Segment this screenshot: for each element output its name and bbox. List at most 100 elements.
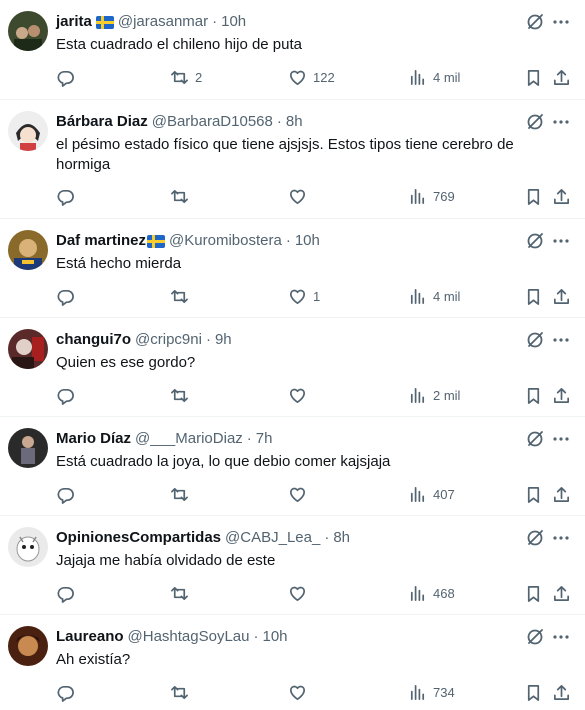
share-button[interactable] [552, 385, 571, 405]
retweet-icon [171, 289, 188, 303]
retweet-button[interactable] [170, 186, 195, 206]
tweet[interactable]: OpinionesCompartidas @CABJ_Lea_ · 8h Jaj… [0, 516, 585, 615]
avatar[interactable] [8, 230, 48, 270]
like-button[interactable] [288, 186, 313, 206]
like-button[interactable]: 1 [288, 286, 320, 306]
avatar[interactable] [8, 329, 48, 369]
retweet-button[interactable] [170, 286, 195, 306]
author-name[interactable]: Laureano [56, 627, 124, 647]
timestamp[interactable]: 9h [215, 330, 232, 350]
author-name[interactable]: Daf martinez [56, 231, 146, 251]
bookmark-button[interactable] [524, 583, 543, 603]
share-icon [553, 486, 570, 502]
author-name[interactable]: OpinionesCompartidas [56, 528, 221, 548]
share-button[interactable] [552, 186, 571, 206]
avatar[interactable] [8, 428, 48, 468]
tweet[interactable]: Daf martinez @Kuromibostera · 10h Está h… [0, 219, 585, 318]
author-handle[interactable]: @___MarioDiaz [135, 429, 243, 449]
more-icon[interactable] [551, 627, 571, 647]
separator-dot: · [246, 430, 252, 447]
grok-icon[interactable] [525, 627, 545, 647]
share-button[interactable] [552, 682, 571, 702]
timestamp[interactable]: 10h [221, 12, 246, 32]
retweet-button[interactable]: 2 [170, 67, 202, 87]
tweet-text: Está cuadrado la joya, lo que debio come… [56, 453, 391, 470]
views-button[interactable]: 2 mil [408, 385, 460, 405]
bookmark-button[interactable] [524, 67, 543, 87]
retweet-button[interactable] [170, 583, 195, 603]
reply-button[interactable] [56, 484, 81, 504]
timestamp[interactable]: 8h [333, 528, 350, 548]
more-icon[interactable] [551, 330, 571, 350]
views-button[interactable]: 734 [408, 682, 455, 702]
tweet-header: jarita @jarasanmar · 10h [56, 12, 246, 32]
reply-button[interactable] [56, 186, 81, 206]
views-button[interactable]: 4 mil [408, 67, 460, 87]
author-handle[interactable]: @Kuromibostera [169, 231, 282, 251]
share-icon [553, 684, 570, 700]
share-button[interactable] [552, 484, 571, 504]
retweet-button[interactable] [170, 385, 195, 405]
author-name[interactable]: Bárbara Diaz [56, 112, 148, 132]
tweet[interactable]: Laureano @HashtagSoyLau · 10h Ah existía… [0, 615, 585, 710]
author-handle[interactable]: @jarasanmar [118, 12, 208, 32]
reply-button[interactable] [56, 385, 81, 405]
grok-icon[interactable] [525, 231, 545, 251]
author-handle[interactable]: @CABJ_Lea_ [225, 528, 320, 548]
author-handle[interactable]: @cripc9ni [135, 330, 202, 350]
share-button[interactable] [552, 583, 571, 603]
share-button[interactable] [552, 67, 571, 87]
grok-icon[interactable] [525, 528, 545, 548]
like-button[interactable] [288, 682, 313, 702]
bookmark-button[interactable] [524, 286, 543, 306]
more-icon[interactable] [551, 12, 571, 32]
timestamp[interactable]: 10h [263, 627, 288, 647]
like-button[interactable]: 122 [288, 67, 335, 87]
retweet-button[interactable] [170, 682, 195, 702]
author-name[interactable]: changui7o [56, 330, 131, 350]
author-name[interactable]: Mario Díaz [56, 429, 131, 449]
bookmark-button[interactable] [524, 385, 543, 405]
grok-icon[interactable] [525, 429, 545, 449]
timestamp[interactable]: 8h [286, 112, 303, 132]
like-button[interactable] [288, 583, 313, 603]
reply-button[interactable] [56, 682, 81, 702]
author-name[interactable]: jarita [56, 12, 92, 32]
bookmark-button[interactable] [524, 186, 543, 206]
tweet[interactable]: jarita @jarasanmar · 10h Esta cuadrado e… [0, 0, 585, 100]
grok-icon[interactable] [525, 112, 545, 132]
more-icon[interactable] [551, 112, 571, 132]
tweet[interactable]: Mario Díaz @___MarioDiaz · 7h Está cuadr… [0, 417, 585, 516]
grok-icon[interactable] [525, 12, 545, 32]
views-button[interactable]: 4 mil [408, 286, 460, 306]
more-icon[interactable] [551, 231, 571, 251]
reply-button[interactable] [56, 583, 81, 603]
views-button[interactable]: 407 [408, 484, 455, 504]
reply-button[interactable] [56, 67, 81, 87]
retweet-button[interactable] [170, 484, 195, 504]
like-button[interactable] [288, 484, 313, 504]
author-handle[interactable]: @BarbaraD10568 [152, 112, 273, 132]
more-icon[interactable] [551, 429, 571, 449]
views-button[interactable]: 468 [408, 583, 455, 603]
views-button[interactable]: 769 [408, 186, 455, 206]
grok-icon[interactable] [525, 330, 545, 350]
avatar[interactable] [8, 626, 48, 666]
author-handle[interactable]: @HashtagSoyLau [128, 627, 250, 647]
tweet[interactable]: changui7o @cripc9ni · 9h Quien es ese go… [0, 318, 585, 417]
bookmark-button[interactable] [524, 682, 543, 702]
avatar[interactable] [8, 11, 48, 51]
reply-button[interactable] [56, 286, 81, 306]
retweet-icon [171, 487, 188, 501]
tweet-text: Esta cuadrado el chileno hijo de puta [56, 36, 303, 53]
share-button[interactable] [552, 286, 571, 306]
more-icon[interactable] [551, 528, 571, 548]
avatar[interactable] [8, 527, 48, 567]
bookmark-button[interactable] [524, 484, 543, 504]
timestamp[interactable]: 10h [295, 231, 320, 251]
avatar[interactable] [8, 111, 48, 151]
like-button[interactable] [288, 385, 313, 405]
tweet[interactable]: Bárbara Diaz @BarbaraD10568 · 8h el pési… [0, 100, 585, 219]
separator-dot: · [276, 113, 282, 130]
timestamp[interactable]: 7h [256, 429, 273, 449]
